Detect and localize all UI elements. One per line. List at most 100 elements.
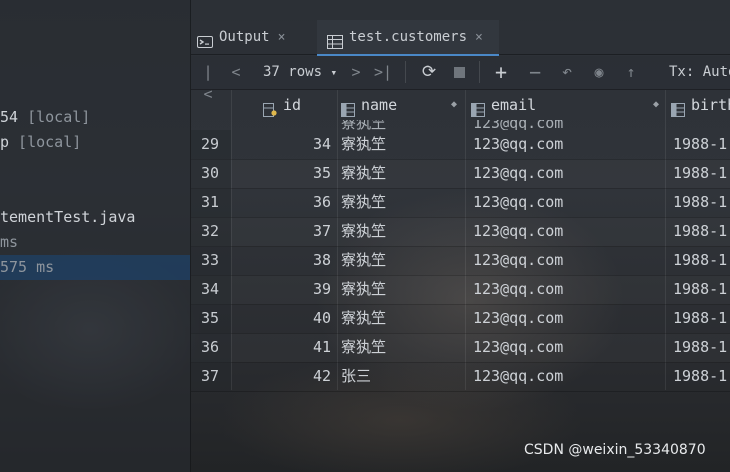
last-page-icon[interactable]: >| <box>373 61 393 83</box>
service-item-file[interactable]: tementTest.java <box>0 205 190 230</box>
column-icon <box>671 97 685 117</box>
row-number[interactable]: 31 <box>191 188 231 217</box>
result-toolbar: |< < 37 rows ▾ > >| ⟳ + − ↶ ◉ ↑ Tx: Auto <box>191 56 730 103</box>
column-header-name[interactable]: name ◆ <box>341 90 463 120</box>
service-item-timing[interactable]: ms <box>0 230 190 255</box>
id-cell[interactable]: 40 <box>231 304 331 333</box>
table-row[interactable]: 29 34 寮犱笁 123@qq.com 1988-1 <box>191 130 730 160</box>
service-item-label: tementTest.java <box>0 208 136 226</box>
row-number[interactable]: 35 <box>191 304 231 333</box>
birth-cell[interactable]: 1988-1 <box>673 275 730 304</box>
table-row[interactable]: 37 42 张三 123@qq.com 1988-1 <box>191 362 730 392</box>
email-cell[interactable]: 123@qq.com <box>473 217 663 246</box>
row-count-dropdown[interactable]: 37 rows ▾ <box>263 61 343 83</box>
email-cell[interactable]: 123@qq.com <box>473 362 663 391</box>
email-cell[interactable]: 123@qq.com <box>473 159 663 188</box>
partial-row: 寮犱笁 123@qq.com <box>191 120 730 130</box>
email-cell[interactable]: 123@qq.com <box>473 246 663 275</box>
email-cell[interactable]: 123@qq.com <box>473 188 663 217</box>
table-row[interactable]: 31 36 寮犱笁 123@qq.com 1988-1 <box>191 188 730 218</box>
previous-page-icon[interactable]: < <box>229 61 243 83</box>
stop-icon[interactable] <box>451 61 467 83</box>
name-cell[interactable]: 张三 <box>341 362 461 391</box>
delete-row-icon[interactable]: − <box>525 61 545 83</box>
column-header-label: name <box>361 96 398 114</box>
add-row-icon[interactable]: + <box>491 61 511 83</box>
view-icon[interactable]: ◉ <box>589 61 609 83</box>
name-cell[interactable]: 寮犱笁 <box>341 246 461 275</box>
table-row[interactable]: 33 38 寮犱笁 123@qq.com 1988-1 <box>191 246 730 276</box>
tab-bar: Output × test.customers × <box>191 20 730 56</box>
column-header-label: email <box>491 96 537 114</box>
birth-cell[interactable]: 1988-1 <box>673 246 730 275</box>
birth-cell[interactable]: 1988-1 <box>673 159 730 188</box>
service-item-connection-1[interactable]: 54 [local] <box>0 105 190 130</box>
name-cell[interactable]: 寮犱笁 <box>341 304 461 333</box>
name-cell[interactable]: 寮犱笁 <box>341 217 461 246</box>
email-cell[interactable]: 123@qq.com <box>473 130 663 159</box>
name-cell: 寮犱笁 <box>341 120 387 130</box>
table-row[interactable]: 34 39 寮犱笁 123@qq.com 1988-1 <box>191 275 730 305</box>
tab-test-customers[interactable]: test.customers × <box>317 20 499 56</box>
services-panel: 54 [local] p [local] tementTest.java ms … <box>0 0 191 472</box>
close-icon[interactable]: × <box>278 30 286 45</box>
id-cell[interactable]: 39 <box>231 275 331 304</box>
row-number[interactable]: 33 <box>191 246 231 275</box>
row-number[interactable]: 30 <box>191 159 231 188</box>
chevron-down-icon: ▾ <box>330 66 338 79</box>
tab-label: test.customers <box>349 29 468 45</box>
service-item-connection-2[interactable]: p [local] <box>0 130 190 155</box>
birth-cell[interactable]: 1988-1 <box>673 188 730 217</box>
row-count-label: 37 rows <box>263 64 323 80</box>
table-row[interactable]: 32 37 寮犱笁 123@qq.com 1988-1 <box>191 217 730 247</box>
name-cell[interactable]: 寮犱笁 <box>341 130 461 159</box>
submit-icon[interactable]: ↑ <box>621 61 641 83</box>
name-cell[interactable]: 寮犱笁 <box>341 275 461 304</box>
sort-icon[interactable]: ◆ <box>451 90 457 120</box>
row-number[interactable]: 32 <box>191 217 231 246</box>
birth-cell[interactable]: 1988-1 <box>673 362 730 391</box>
id-cell[interactable]: 42 <box>231 362 331 391</box>
table-row[interactable]: 35 40 寮犱笁 123@qq.com 1988-1 <box>191 304 730 334</box>
id-cell[interactable]: 35 <box>231 159 331 188</box>
table-row[interactable]: 36 41 寮犱笁 123@qq.com 1988-1 <box>191 333 730 363</box>
column-header-email[interactable]: email ◆ <box>471 90 665 120</box>
id-cell[interactable]: 34 <box>231 130 331 159</box>
birth-cell[interactable]: 1988-1 <box>673 130 730 159</box>
email-cell: 123@qq.com <box>473 120 564 130</box>
refresh-icon[interactable]: ⟳ <box>419 61 439 83</box>
name-cell[interactable]: 寮犱笁 <box>341 333 461 362</box>
id-cell[interactable]: 36 <box>231 188 331 217</box>
id-cell[interactable]: 41 <box>231 333 331 362</box>
email-cell[interactable]: 123@qq.com <box>473 304 663 333</box>
first-page-icon[interactable]: |< <box>199 61 217 103</box>
column-header-id[interactable]: id <box>263 90 337 120</box>
service-item-timing-selected[interactable]: 575 ms <box>0 255 190 280</box>
tab-output[interactable]: Output × <box>197 20 309 54</box>
row-number[interactable]: 37 <box>191 362 231 391</box>
name-cell[interactable]: 寮犱笁 <box>341 188 461 217</box>
table-icon <box>327 28 343 49</box>
row-number[interactable]: 36 <box>191 333 231 362</box>
service-item-label: 575 ms <box>0 258 55 276</box>
key-column-icon <box>263 97 277 117</box>
birth-cell[interactable]: 1988-1 <box>673 217 730 246</box>
email-cell[interactable]: 123@qq.com <box>473 333 663 362</box>
row-number[interactable]: 29 <box>191 130 231 159</box>
close-icon[interactable]: × <box>475 30 483 45</box>
transaction-mode-dropdown[interactable]: Tx: Auto <box>669 61 730 83</box>
birth-cell[interactable]: 1988-1 <box>673 304 730 333</box>
id-cell[interactable]: 38 <box>231 246 331 275</box>
next-page-icon[interactable]: > <box>349 61 363 83</box>
name-cell[interactable]: 寮犱笁 <box>341 159 461 188</box>
column-header-birth[interactable]: birth <box>671 90 730 120</box>
table-row[interactable]: 30 35 寮犱笁 123@qq.com 1988-1 <box>191 159 730 189</box>
revert-icon[interactable]: ↶ <box>557 61 577 83</box>
tab-label: Output <box>219 29 270 45</box>
id-cell[interactable]: 37 <box>231 217 331 246</box>
birth-cell[interactable]: 1988-1 <box>673 333 730 362</box>
row-number[interactable]: 34 <box>191 275 231 304</box>
email-cell[interactable]: 123@qq.com <box>473 275 663 304</box>
results-panel: Output × test.customers × |< < 37 rows ▾ >… <box>191 0 730 472</box>
sort-icon[interactable]: ◆ <box>653 90 659 120</box>
